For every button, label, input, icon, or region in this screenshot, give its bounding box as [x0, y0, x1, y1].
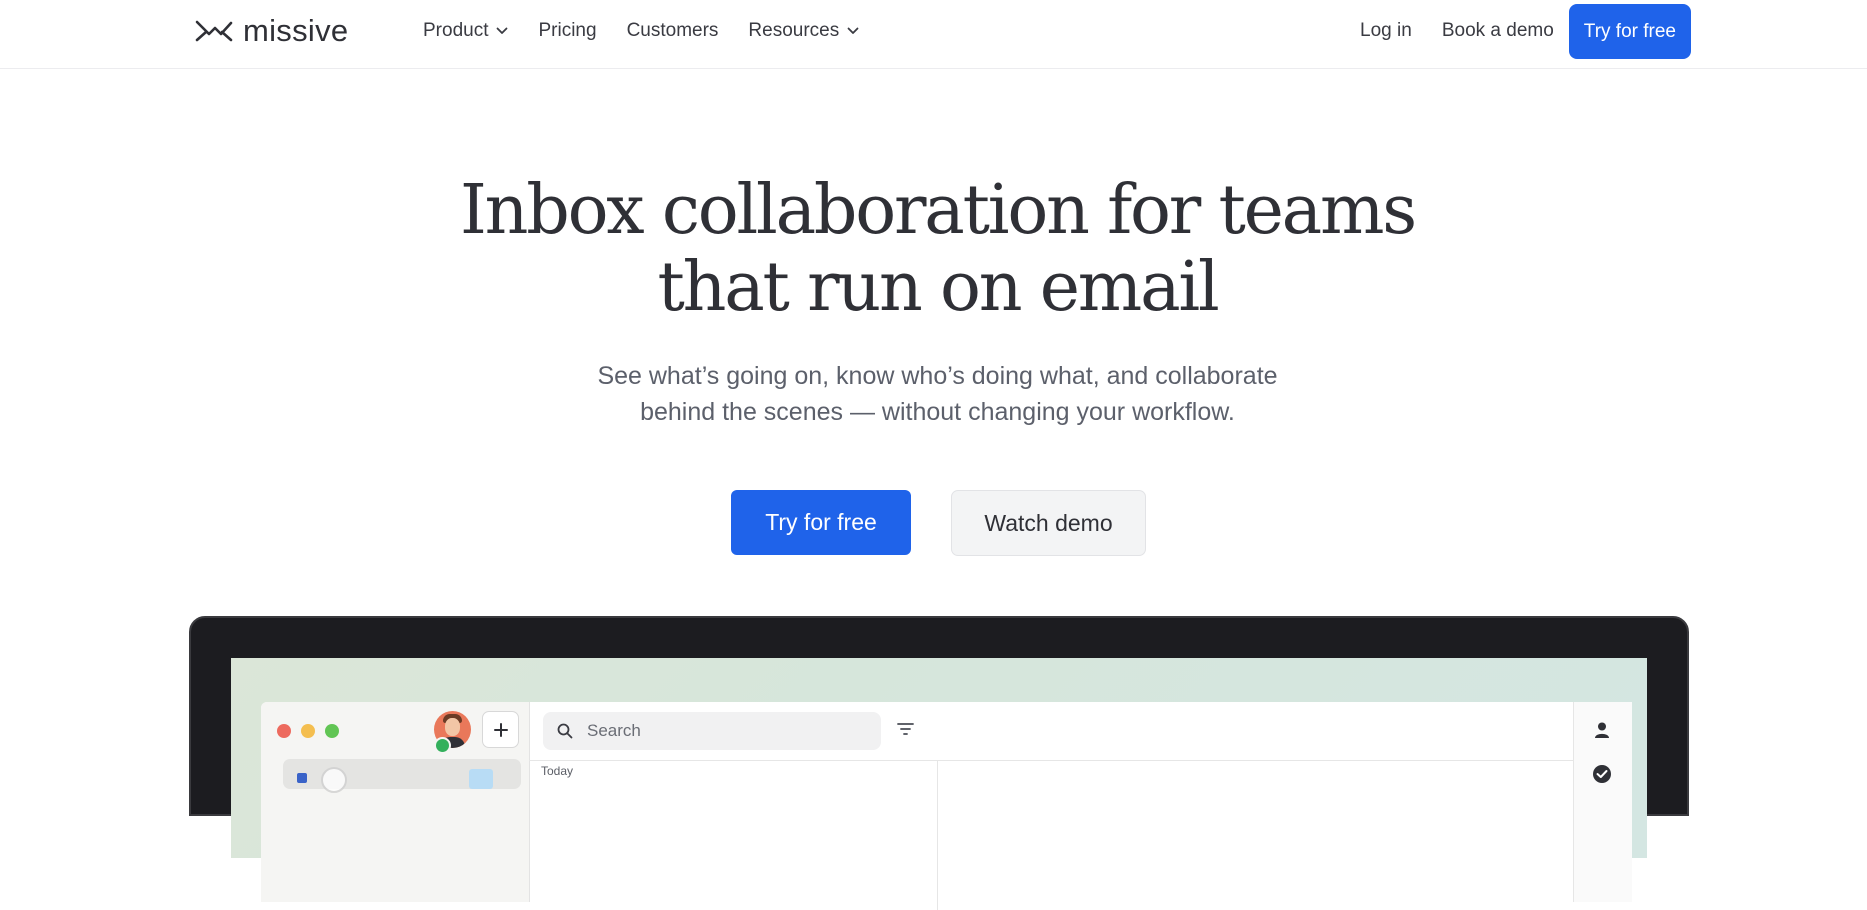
nav-pricing[interactable]: Pricing: [538, 20, 596, 42]
hero-subtitle-line2: behind the scenes — without changing you…: [640, 398, 1235, 426]
compose-button[interactable]: [482, 711, 519, 748]
brand-name: missive: [243, 13, 349, 48]
watch-demo-button[interactable]: Watch demo: [951, 490, 1146, 556]
search-bar[interactable]: [543, 712, 881, 750]
cursor-indicator: [321, 767, 347, 793]
app-screen: Today: [231, 658, 1647, 910]
unread-badge: [469, 769, 493, 789]
hero-subtitle: See what’s going on, know who’s doing wh…: [0, 358, 1867, 430]
check-circle-icon[interactable]: [1592, 764, 1612, 784]
chevron-down-icon: [497, 27, 508, 34]
header-actions: Log in Book a demo Try for free: [1330, 0, 1691, 62]
hero-subtitle-line1: See what’s going on, know who’s doing wh…: [597, 362, 1278, 390]
hero-title: Inbox collaboration for teams that run o…: [0, 172, 1867, 326]
window-controls: [277, 724, 349, 738]
inbox-icon: [297, 773, 307, 783]
nav-pricing-label: Pricing: [538, 20, 597, 41]
close-window-control[interactable]: [277, 724, 291, 738]
minimize-window-control[interactable]: [301, 724, 315, 738]
sidebar-item-inbox[interactable]: [283, 759, 521, 793]
hero-try-free-button[interactable]: Try for free: [731, 490, 911, 555]
nav-resources[interactable]: Resources: [748, 20, 859, 42]
nav-customers[interactable]: Customers: [627, 20, 719, 42]
search-input[interactable]: [585, 720, 859, 742]
app-window: Today: [261, 702, 1632, 910]
chevron-down-icon: [847, 27, 859, 34]
header-try-free-button[interactable]: Try for free: [1568, 3, 1691, 59]
brand-logo[interactable]: missive: [195, 14, 348, 48]
nav-resources-label: Resources: [748, 20, 840, 41]
app-sidebar: [261, 702, 530, 902]
nav-customers-label: Customers: [626, 20, 719, 41]
person-icon[interactable]: [1592, 720, 1612, 740]
laptop-mockup: Today: [189, 616, 1689, 910]
app-right-rail: [1573, 702, 1632, 902]
nav-product-label: Product: [423, 20, 489, 41]
main-nav: Product Pricing Customers Resources: [423, 0, 889, 62]
missive-logo-icon: [195, 20, 233, 42]
hero-title-line2: that run on email: [657, 248, 1219, 327]
plus-icon: [493, 723, 508, 737]
divider: [529, 760, 1621, 761]
section-label-today: Today: [541, 764, 574, 778]
hero-title-line1: Inbox collaboration for teams: [459, 171, 1417, 250]
divider: [937, 760, 938, 910]
hero-cta-group: Try for free Watch demo: [731, 490, 1146, 556]
login-link[interactable]: Log in: [1360, 20, 1412, 42]
presence-indicator: [434, 737, 451, 754]
book-demo-link[interactable]: Book a demo: [1442, 20, 1554, 42]
filter-icon[interactable]: [897, 722, 914, 736]
maximize-window-control[interactable]: [325, 724, 339, 738]
site-header: missive Product Pricing Customers Resour…: [0, 0, 1867, 69]
nav-product[interactable]: Product: [423, 20, 508, 42]
search-icon: [557, 723, 573, 739]
